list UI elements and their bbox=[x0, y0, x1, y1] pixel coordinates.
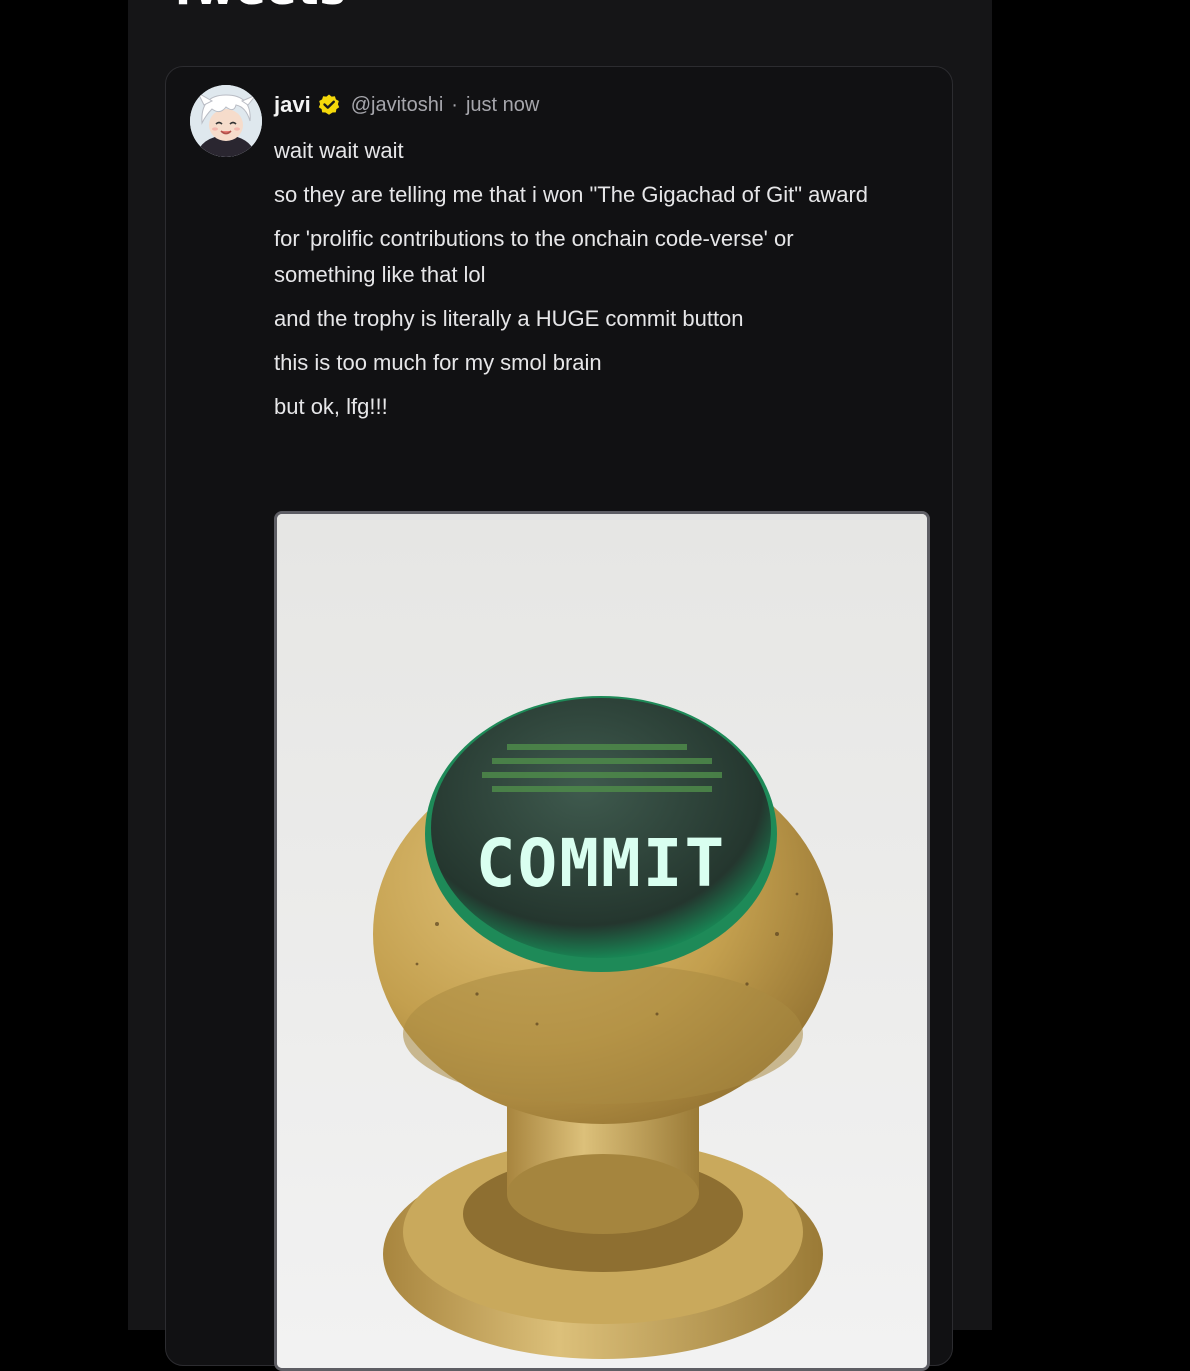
author-name[interactable]: javi bbox=[274, 92, 311, 118]
section-title: Tweets bbox=[168, 0, 347, 14]
tweet-paragraph: but ok, lfg!!! bbox=[274, 394, 388, 419]
tweet-text: wait wait wait so they are telling me th… bbox=[274, 133, 894, 425]
tweet-card[interactable]: javi @javitoshi · just now wait wait wai… bbox=[165, 66, 953, 1371]
tweet-image[interactable]: COMMIT bbox=[274, 511, 930, 1371]
tweet-meta: javi @javitoshi · just now bbox=[274, 85, 894, 125]
tweet-paragraph: for 'prolific contributions to the oncha… bbox=[274, 226, 794, 287]
commit-button-photo: COMMIT bbox=[277, 514, 927, 1368]
tweet-timestamp[interactable]: just now bbox=[466, 94, 539, 117]
meta-separator: · bbox=[451, 93, 458, 116]
tweet-paragraph: so they are telling me that i won "The G… bbox=[274, 182, 869, 207]
avatar-illustration bbox=[190, 85, 262, 157]
commit-label: COMMIT bbox=[476, 825, 726, 902]
author-handle[interactable]: @javitoshi bbox=[351, 94, 444, 117]
tweet-body: javi @javitoshi · just now wait wait wai… bbox=[274, 85, 894, 425]
verified-badge-icon bbox=[317, 93, 341, 117]
tweet-paragraph: and the trophy is literally a HUGE commi… bbox=[274, 306, 744, 331]
tweet-paragraph: this is too much for my smol brain bbox=[274, 350, 602, 375]
avatar[interactable] bbox=[190, 85, 262, 157]
feed-column: Tweets javi bbox=[128, 0, 992, 1371]
tweet-paragraph: wait wait wait bbox=[274, 138, 404, 163]
